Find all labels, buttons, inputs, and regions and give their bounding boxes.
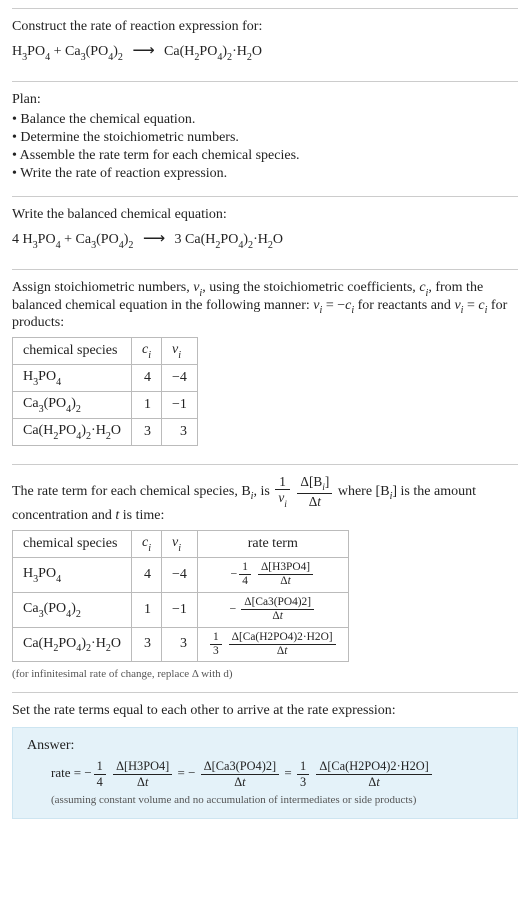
cell-ci: 4 xyxy=(132,557,162,592)
cell-species: H3PO4 xyxy=(13,557,132,592)
arrow-icon: ⟶ xyxy=(132,39,154,64)
intro-prompt: Construct the rate of reaction expressio… xyxy=(12,19,518,35)
table-row: Ca3(PO4)2 1 −1 − Δ[Ca3(PO4)2]Δt xyxy=(13,592,349,627)
cell-vi: 3 xyxy=(162,418,198,445)
coeff-1: 4 xyxy=(12,232,23,247)
col-species: chemical species xyxy=(13,531,132,558)
cell-species: Ca(H2PO4)2·H2O xyxy=(13,418,132,445)
cell-ci: 1 xyxy=(132,392,162,419)
plan-section: Plan: Balance the chemical equation. Det… xyxy=(12,81,518,196)
answer-box: Answer: rate = −14 Δ[H3PO4]Δt = − Δ[Ca3(… xyxy=(12,727,518,819)
answer-label: Answer: xyxy=(27,738,503,754)
balanced-label: Write the balanced chemical equation: xyxy=(12,207,518,223)
table-row: Ca(H2PO4)2·H2O 3 3 xyxy=(13,418,198,445)
answer-equation: rate = −14 Δ[H3PO4]Δt = − Δ[Ca3(PO4)2]Δt… xyxy=(51,760,503,788)
col-rateterm: rate term xyxy=(197,531,348,558)
infinitesimal-note: (for infinitesimal rate of change, repla… xyxy=(12,668,518,680)
table-header-row: chemical species ci νi xyxy=(13,338,198,365)
cell-vi: −4 xyxy=(162,365,198,392)
fraction: 1νi xyxy=(275,475,290,509)
species-cah2po42h2o: Ca(H2PO4)2·H2O xyxy=(164,44,262,59)
table-row: H3PO4 4 −4 xyxy=(13,365,198,392)
col-species: chemical species xyxy=(13,338,132,365)
species-h3po4: H3PO4 xyxy=(23,232,61,247)
intro-section: Construct the rate of reaction expressio… xyxy=(12,8,518,81)
cell-species: Ca3(PO4)2 xyxy=(13,392,132,419)
unbalanced-equation: H3PO4 + Ca3(PO4)2 ⟶ Ca(H2PO4)2·H2O xyxy=(12,39,518,65)
rateterm-text: The rate term for each chemical species,… xyxy=(12,475,518,525)
cell-species: Ca(H2PO4)2·H2O xyxy=(13,627,132,662)
species-ca3po42: Ca3(PO4)2 xyxy=(65,44,123,59)
species-ca3po42: Ca3(PO4)2 xyxy=(76,232,134,247)
coeff-3: 3 xyxy=(175,232,186,247)
cell-rateterm: −14 Δ[H3PO4]Δt xyxy=(197,557,348,592)
answer-note: (assuming constant volume and no accumul… xyxy=(51,794,503,806)
arrow-icon: ⟶ xyxy=(143,227,165,252)
plus: + xyxy=(61,232,76,247)
table-row: H3PO4 4 −4 −14 Δ[H3PO4]Δt xyxy=(13,557,349,592)
cell-species: Ca3(PO4)2 xyxy=(13,592,132,627)
plan-item: Assemble the rate term for each chemical… xyxy=(12,148,518,164)
cell-vi: −4 xyxy=(162,557,198,592)
cell-vi: −1 xyxy=(162,592,198,627)
plan-item: Determine the stoichiometric numbers. xyxy=(12,130,518,146)
plan-item: Balance the chemical equation. xyxy=(12,112,518,128)
table-row: Ca(H2PO4)2·H2O 3 3 13 Δ[Ca(H2PO4)2·H2O]Δ… xyxy=(13,627,349,662)
final-section: Set the rate terms equal to each other t… xyxy=(12,692,518,831)
cell-ci: 3 xyxy=(132,627,162,662)
col-ci: ci xyxy=(132,338,162,365)
cell-ci: 3 xyxy=(132,418,162,445)
cell-vi: 3 xyxy=(162,627,198,662)
cell-ci: 1 xyxy=(132,592,162,627)
cell-ci: 4 xyxy=(132,365,162,392)
balanced-equation: 4 H3PO4 + Ca3(PO4)2 ⟶ 3 Ca(H2PO4)2·H2O xyxy=(12,227,518,253)
plan-list: Balance the chemical equation. Determine… xyxy=(12,112,518,182)
cell-rateterm: − Δ[Ca3(PO4)2]Δt xyxy=(197,592,348,627)
plan-label: Plan: xyxy=(12,92,518,108)
assign-section: Assign stoichiometric numbers, νi, using… xyxy=(12,269,518,464)
balanced-section: Write the balanced chemical equation: 4 … xyxy=(12,196,518,269)
col-vi: νi xyxy=(162,531,198,558)
plan-item: Write the rate of reaction expression. xyxy=(12,166,518,182)
cell-species: H3PO4 xyxy=(13,365,132,392)
rateterm-section: The rate term for each chemical species,… xyxy=(12,464,518,693)
table-row: Ca3(PO4)2 1 −1 xyxy=(13,392,198,419)
stoich-table: chemical species ci νi H3PO4 4 −4 Ca3(PO… xyxy=(12,337,198,445)
plus: + xyxy=(50,44,65,59)
final-label: Set the rate terms equal to each other t… xyxy=(12,703,518,719)
assign-text: Assign stoichiometric numbers, νi, using… xyxy=(12,280,518,332)
cell-rateterm: 13 Δ[Ca(H2PO4)2·H2O]Δt xyxy=(197,627,348,662)
rateterm-table: chemical species ci νi rate term H3PO4 4… xyxy=(12,530,349,662)
col-vi: νi xyxy=(162,338,198,365)
fraction: Δ[Bi]Δt xyxy=(297,475,332,509)
species-cah2po42h2o: Ca(H2PO4)2·H2O xyxy=(185,232,283,247)
cell-vi: −1 xyxy=(162,392,198,419)
col-ci: ci xyxy=(132,531,162,558)
table-header-row: chemical species ci νi rate term xyxy=(13,531,349,558)
species-h3po4: H3PO4 xyxy=(12,44,50,59)
